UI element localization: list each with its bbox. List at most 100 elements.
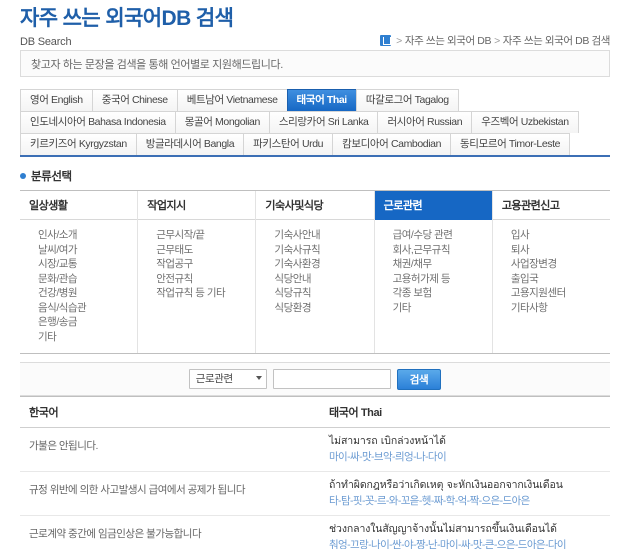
category-item[interactable]: 시장/교통 (38, 257, 128, 272)
category-column-employment-report: 고용관련신고 입사 퇴사 사업장변경 출입국 고용지원센터 기타사항 (492, 191, 611, 353)
language-tab-kyrgyzstan[interactable]: 키르키즈어 Kyrgyzstan (20, 133, 137, 155)
category-item[interactable]: 입사 (511, 228, 601, 243)
language-tab-mongolian[interactable]: 몽골어 Mongolian (174, 111, 270, 133)
result-korean-text: 규정 위반에 의한 사고발생시 급여에서 공제가 됩니다 (29, 484, 246, 496)
results-header-korean: 한국어 (29, 407, 59, 419)
language-tab-sri-lanka[interactable]: 스리랑카어 Sri Lanka (268, 111, 379, 133)
result-transliteration-text: 마이-싸-맛-브악-릐엉-나-다이 (329, 451, 447, 463)
language-tab-tagalog[interactable]: 따갈로그어 Tagalog (355, 89, 459, 111)
category-section-title: 분류선택 (20, 168, 610, 184)
category-column-dormitory-cafeteria: 기숙사및식당 기숙사안내 기숙사규칙 기숙사환경 식당안내 식당규칙 식당환경 (256, 191, 375, 353)
category-item[interactable]: 근무시작/끝 (156, 228, 246, 243)
category-item[interactable]: 퇴사 (511, 243, 601, 258)
search-button[interactable]: 검색 (396, 368, 442, 390)
category-item[interactable]: 급여/수당 관련 (393, 228, 483, 243)
language-tab-timor-leste[interactable]: 동티모르어 Timor-Leste (450, 133, 571, 155)
results-header-thai: 태국어 Thai (329, 407, 382, 419)
category-item[interactable]: 기숙사환경 (274, 257, 364, 272)
page-subtitle: DB Search (20, 36, 72, 48)
page-root: 자주 쓰는 외국어DB 검색 DB Search > 자주 쓰는 외국어 DB … (0, 0, 630, 549)
category-item[interactable]: 사업장변경 (511, 257, 601, 272)
category-item[interactable]: 기숙사규칙 (274, 243, 364, 258)
language-tab-english[interactable]: 영어 English (20, 89, 93, 111)
category-item[interactable]: 작업공구 (156, 257, 246, 272)
category-header-work-instruction[interactable]: 작업지시 (138, 191, 256, 220)
language-tab-cambodian[interactable]: 캄보디아어 Cambodian (332, 133, 452, 155)
result-translation-cell: ช่วงกลางในสัญญาจ้างนั้นไม่สามารถขึ้นเงิน… (320, 516, 610, 549)
category-item[interactable]: 식당안내 (274, 272, 364, 287)
category-item[interactable]: 기숙사안내 (274, 228, 364, 243)
language-tab-group: 영어 English 중국어 Chinese 베트남어 Vietnamese 태… (20, 89, 610, 157)
category-item[interactable]: 작업규칙 등 기타 (156, 286, 246, 301)
language-tab-bahasa-indonesia[interactable]: 인도네시아어 Bahasa Indonesia (20, 111, 176, 133)
language-tab-bangla[interactable]: 방글라데시어 Bangla (135, 133, 245, 155)
table-row[interactable]: 가불은 안됩니다. ไม่สามารถ เบิกล่วงหน้าได้ 마이-싸… (20, 428, 610, 472)
result-translation-cell: ไม่สามารถ เบิกล่วงหน้าได้ 마이-싸-맛-브악-릐엉-나… (320, 428, 610, 471)
search-notice-text: 찾고자 하는 문장을 검색을 통해 언어별로 지원해드립니다. (31, 58, 283, 71)
results-table-header: 한국어 태국어 Thai (20, 397, 610, 428)
category-item[interactable]: 출입국 (511, 272, 601, 287)
category-select[interactable]: 근로관련 (188, 369, 267, 389)
category-item[interactable]: 문화/관습 (38, 272, 128, 287)
category-item[interactable]: 회사,근무규칙 (393, 243, 483, 258)
result-transliteration-text: 춰엉-끄랑-나이-싼-야-짱-난-마이-싸-맛-큰-으은-드아은-다이 (329, 539, 567, 549)
breadcrumb: > 자주 쓰는 외국어 DB > 자주 쓰는 외국어 DB 검색 (380, 33, 610, 48)
language-tab-urdu[interactable]: 파키스탄어 Urdu (243, 133, 334, 155)
result-korean-text: 근로계약 중간에 임금인상은 불가능합니다 (29, 528, 202, 540)
category-item[interactable]: 식당환경 (274, 301, 364, 316)
breadcrumb-item-1[interactable]: 자주 쓰는 외국어 DB (405, 33, 492, 48)
language-tab-thai[interactable]: 태국어 Thai (286, 89, 357, 111)
page-title: 자주 쓰는 외국어DB 검색 (20, 7, 234, 30)
category-item[interactable]: 기타 (393, 301, 483, 316)
category-header-employment-report[interactable]: 고용관련신고 (492, 191, 611, 220)
result-korean-text: 가불은 안됩니다. (29, 440, 98, 452)
language-tab-row-2: 인도네시아어 Bahasa Indonesia 몽골어 Mongolian 스리… (20, 111, 610, 133)
category-items-daily-life: 인사/소개 날씨/여가 시장/교통 문화/관습 건강/병원 음식/식습관 은행/… (20, 220, 137, 353)
language-tab-chinese[interactable]: 중국어 Chinese (91, 89, 178, 111)
category-item[interactable]: 날씨/여가 (38, 243, 128, 258)
result-thai-text: ช่วงกลางในสัญญาจ้างนั้นไม่สามารถขึ้นเงิน… (329, 523, 557, 535)
category-item[interactable]: 은행/송금 (38, 315, 128, 330)
home-icon[interactable] (380, 35, 392, 46)
results-table: 한국어 태국어 Thai 가불은 안됩니다. ไม่สามารถ เบิกล่ว… (20, 396, 610, 549)
category-column-work-related: 근로관련 급여/수당 관련 회사,근무규칙 채권/채무 고용허가제 등 각종 보… (374, 191, 493, 353)
category-header-dormitory-cafeteria[interactable]: 기숙사및식당 (256, 191, 374, 220)
category-section-label: 분류선택 (31, 171, 72, 183)
category-item[interactable]: 근무태도 (156, 243, 246, 258)
category-item[interactable]: 채권/채무 (393, 257, 483, 272)
category-items-work-related: 급여/수당 관련 회사,근무규칙 채권/채무 고용허가제 등 각종 보험 기타 (375, 220, 492, 324)
subtitle-row: DB Search > 자주 쓰는 외국어 DB > 자주 쓰는 외국어 DB … (20, 33, 610, 49)
search-bar: 근로관련 검색 (20, 362, 610, 396)
result-transliteration-text: 타-탐-핏-꼿-르-와-꼬읃-헷-짜-학-억-짝-으은-드아은 (329, 495, 530, 507)
category-column-work-instruction: 작업지시 근무시작/끝 근무태도 작업공구 안전규칙 작업규칙 등 기타 (138, 191, 257, 353)
category-item[interactable]: 기타사항 (511, 301, 601, 316)
category-item[interactable]: 각종 보험 (393, 286, 483, 301)
table-row[interactable]: 규정 위반에 의한 사고발생시 급여에서 공제가 됩니다 ถ้าทำผิดกฎห… (20, 472, 610, 516)
language-tab-row-1: 영어 English 중국어 Chinese 베트남어 Vietnamese 태… (20, 89, 610, 111)
bullet-icon (20, 173, 26, 179)
category-table: 일상생활 인사/소개 날씨/여가 시장/교통 문화/관습 건강/병원 음식/식습… (20, 190, 611, 354)
search-input[interactable] (272, 369, 391, 389)
category-column-daily-life: 일상생활 인사/소개 날씨/여가 시장/교통 문화/관습 건강/병원 음식/식습… (20, 191, 139, 353)
category-items-dormitory-cafeteria: 기숙사안내 기숙사규칙 기숙사환경 식당안내 식당규칙 식당환경 (256, 220, 373, 324)
category-item[interactable]: 안전규칙 (156, 272, 246, 287)
category-item[interactable]: 기타 (38, 330, 128, 345)
category-items-employment-report: 입사 퇴사 사업장변경 출입국 고용지원센터 기타사항 (493, 220, 610, 324)
category-header-daily-life[interactable]: 일상생활 (20, 191, 138, 220)
breadcrumb-separator-2: > (494, 34, 500, 47)
language-tab-russian[interactable]: 러시아어 Russian (377, 111, 473, 133)
category-item[interactable]: 인사/소개 (38, 228, 128, 243)
language-tab-uzbekistan[interactable]: 우즈벡어 Uzbekistan (471, 111, 579, 133)
category-item[interactable]: 고용지원센터 (511, 286, 601, 301)
category-header-work-related[interactable]: 근로관련 (374, 191, 492, 220)
search-notice-bar: 찾고자 하는 문장을 검색을 통해 언어별로 지원해드립니다. (20, 50, 610, 77)
table-row[interactable]: 근로계약 중간에 임금인상은 불가능합니다 ช่วงกลางในสัญญาจ้า… (20, 516, 610, 549)
category-item[interactable]: 고용허가제 등 (393, 272, 483, 287)
language-tab-vietnamese[interactable]: 베트남어 Vietnamese (176, 89, 288, 111)
category-item[interactable]: 건강/병원 (38, 286, 128, 301)
breadcrumb-separator-1: > (396, 34, 402, 47)
category-items-work-instruction: 근무시작/끝 근무태도 작업공구 안전규칙 작업규칙 등 기타 (138, 220, 255, 310)
category-item[interactable]: 식당규칙 (274, 286, 364, 301)
breadcrumb-item-2: 자주 쓰는 외국어 DB 검색 (502, 35, 611, 47)
category-item[interactable]: 음식/식습관 (38, 301, 128, 316)
